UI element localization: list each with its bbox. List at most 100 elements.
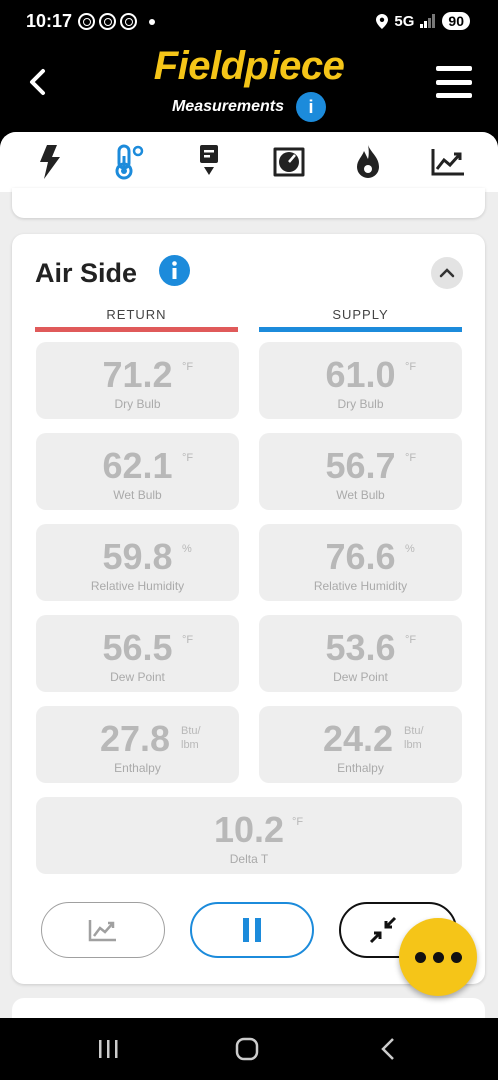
reading-unit: °F	[182, 361, 194, 373]
notification-icon	[78, 13, 95, 30]
network-type: 5G	[394, 12, 415, 30]
section-title: Air Side	[35, 258, 138, 288]
reading-unit: °F	[182, 634, 194, 646]
reading-value: 10.2	[213, 809, 285, 850]
header-subtitle-row: Measurements i	[0, 92, 498, 122]
supply-relative-humidity-tile[interactable]: 76.6 % Relative Humidity	[259, 524, 462, 601]
recent-apps-icon	[99, 1040, 118, 1058]
tool-tab-bar	[0, 132, 498, 192]
minimize-arrows-icon	[369, 916, 397, 944]
reading-unit: °F	[292, 816, 304, 828]
trend-chart-icon	[88, 920, 116, 942]
more-dot	[432, 951, 444, 963]
more-options-button[interactable]	[399, 918, 477, 996]
home-button[interactable]	[227, 1036, 267, 1062]
collapse-button[interactable]	[431, 257, 463, 289]
reading-label: Relative Humidity	[90, 579, 185, 593]
reading-label: Wet Bulb	[113, 488, 162, 502]
reading-unit: °F	[405, 634, 417, 646]
pause-button[interactable]	[190, 902, 314, 958]
return-enthalpy-tile[interactable]: 27.8 Btu/lbm Enthalpy	[36, 706, 239, 783]
supply-enthalpy-tile[interactable]: 24.2 Btu/lbm Enthalpy	[259, 706, 462, 783]
info-icon[interactable]	[159, 255, 190, 286]
supply-dew-point-tile[interactable]: 53.6 °F Dew Point	[259, 615, 462, 692]
reading-value: 24.2	[323, 718, 394, 759]
return-color-bar	[35, 327, 238, 332]
reading-label: Enthalpy	[337, 761, 384, 775]
status-right: 5G 90	[376, 12, 470, 30]
pause-icon	[243, 918, 261, 942]
chevron-up-icon	[439, 268, 455, 278]
tab-temperature[interactable]	[104, 137, 154, 187]
hamburger-menu-button[interactable]	[436, 66, 472, 98]
reading-label: Wet Bulb	[336, 488, 385, 502]
gauge-icon	[273, 147, 305, 177]
signal-icon	[420, 14, 436, 28]
reading-value: 76.6	[325, 536, 396, 577]
notification-icon	[120, 13, 137, 30]
graph-button[interactable]	[41, 902, 165, 958]
reading-label: Enthalpy	[114, 761, 161, 775]
supply-wet-bulb-tile[interactable]: 56.7 °F Wet Bulb	[259, 433, 462, 510]
return-wet-bulb-tile[interactable]: 62.1 °F Wet Bulb	[36, 433, 239, 510]
tab-electrical[interactable]	[25, 137, 75, 187]
app-header: Fieldpiece Measurements i	[0, 44, 498, 132]
reading-unit: Btu/lbm	[181, 725, 201, 751]
reading-value: 27.8	[100, 718, 171, 759]
recent-apps-button[interactable]	[88, 1036, 128, 1062]
probe-download-icon	[200, 145, 219, 175]
delta-t-tile[interactable]: 10.2 °F Delta T	[36, 797, 462, 874]
reading-value: 59.8	[102, 536, 173, 577]
back-arrow-icon	[381, 1038, 394, 1060]
status-bar: 10:17 5G 90	[0, 0, 498, 44]
reading-unit: %	[182, 543, 192, 555]
flame-icon	[357, 145, 380, 178]
reading-label: Dry Bulb	[337, 397, 384, 411]
reading-label: Dew Point	[110, 670, 165, 684]
return-relative-humidity-tile[interactable]: 59.8 % Relative Humidity	[36, 524, 239, 601]
tab-combustion[interactable]	[343, 137, 393, 187]
reading-value: 71.2	[102, 354, 173, 395]
status-time: 10:17	[26, 11, 73, 31]
more-notifications-dot-icon	[149, 19, 155, 25]
system-back-button[interactable]	[368, 1036, 408, 1062]
next-section-card	[12, 998, 485, 1018]
tab-trends[interactable]	[423, 137, 473, 187]
menu-line	[436, 79, 472, 85]
reading-unit: °F	[182, 452, 194, 464]
reading-unit: Btu/lbm	[404, 725, 424, 751]
notification-icon	[99, 13, 116, 30]
tab-probe[interactable]	[184, 137, 234, 187]
reading-value: 56.7	[325, 445, 396, 486]
notification-icons	[78, 13, 155, 30]
reading-unit: %	[405, 543, 415, 555]
menu-line	[436, 93, 472, 98]
home-icon	[235, 1037, 259, 1061]
previous-section-card	[12, 188, 485, 218]
thermometer-icon	[115, 144, 144, 180]
reading-value: 61.0	[325, 354, 396, 395]
reading-label: Dew Point	[333, 670, 388, 684]
lightning-icon	[39, 145, 60, 179]
reading-unit: °F	[405, 452, 417, 464]
reading-unit: °F	[405, 361, 417, 373]
page-title: Measurements	[171, 98, 285, 115]
reading-value: 56.5	[102, 627, 173, 668]
main-content: Air Side RETURN SUPPLY 71.2 °F Dry Bulb …	[0, 132, 498, 1018]
supply-dry-bulb-tile[interactable]: 61.0 °F Dry Bulb	[259, 342, 462, 419]
location-icon	[376, 13, 389, 29]
reading-label: Relative Humidity	[313, 579, 408, 593]
supply-color-bar	[259, 327, 462, 332]
reading-value: 53.6	[325, 627, 396, 668]
return-dry-bulb-tile[interactable]: 71.2 °F Dry Bulb	[36, 342, 239, 419]
tab-pressure[interactable]	[264, 137, 314, 187]
system-nav-bar	[0, 1018, 498, 1080]
air-side-card: Air Side RETURN SUPPLY 71.2 °F Dry Bulb …	[12, 234, 485, 984]
return-dew-point-tile[interactable]: 56.5 °F Dew Point	[36, 615, 239, 692]
menu-line	[436, 66, 472, 71]
supply-column-header: SUPPLY	[332, 307, 389, 322]
more-dot	[450, 951, 462, 963]
info-icon[interactable]: i	[296, 92, 327, 122]
reading-value: 62.1	[102, 445, 173, 486]
return-column-header: RETURN	[106, 307, 167, 322]
